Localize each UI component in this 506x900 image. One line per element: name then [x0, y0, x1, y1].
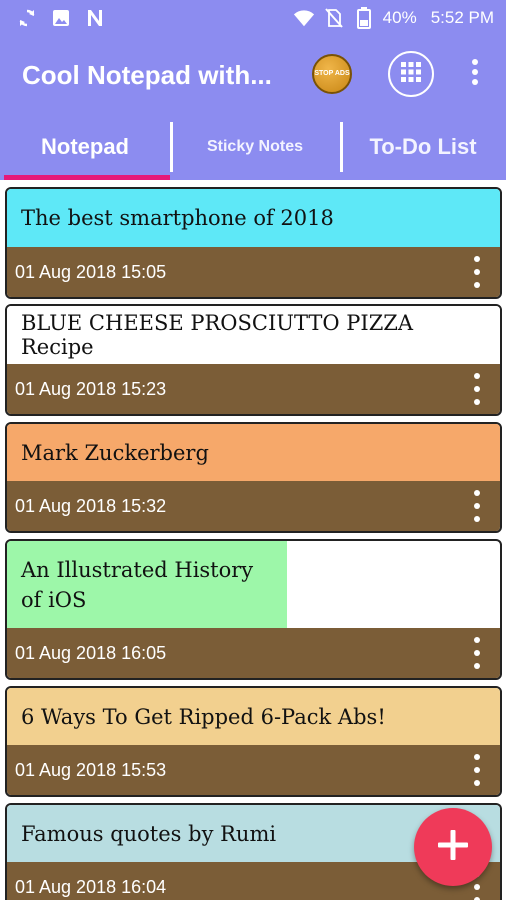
note-title: BLUE CHEESE PROSCIUTTO PIZZA Recipe — [7, 306, 500, 364]
note-date: 01 Aug 2018 16:05 — [15, 642, 167, 663]
note-footer: 01 Aug 2018 16:05 — [7, 628, 500, 678]
no-sim-icon — [323, 7, 345, 29]
note-footer: 01 Aug 2018 15:32 — [7, 481, 500, 531]
stop-ads-button[interactable]: STOP ADS — [312, 54, 352, 94]
tab-label: Notepad — [41, 134, 129, 159]
note-footer: 01 Aug 2018 15:05 — [7, 247, 500, 297]
image-icon — [50, 7, 72, 29]
sync-icon — [16, 7, 38, 29]
note-title: The best smartphone of 2018 — [7, 189, 500, 247]
note-date: 01 Aug 2018 15:32 — [15, 495, 167, 516]
note-more-icon[interactable] — [472, 256, 482, 288]
note-card[interactable]: The best smartphone of 2018 01 Aug 2018 … — [5, 187, 502, 299]
plus-icon — [436, 828, 470, 867]
grid-icon — [400, 61, 422, 88]
tab-sticky-notes[interactable]: Sticky Notes — [170, 114, 340, 180]
tab-bar: Notepad Sticky Notes To-Do List — [0, 114, 506, 180]
note-card[interactable]: An Illustrated History of iOS 01 Aug 201… — [5, 539, 502, 680]
app-bar: Cool Notepad with... STOP ADS — [0, 36, 506, 114]
clock: 5:52 PM — [430, 8, 494, 27]
note-more-icon[interactable] — [472, 754, 482, 786]
tab-notepad[interactable]: Notepad — [0, 114, 170, 180]
note-more-icon[interactable] — [472, 490, 482, 522]
note-date: 01 Aug 2018 16:04 — [15, 876, 167, 897]
note-more-icon[interactable] — [472, 373, 482, 405]
battery-icon — [353, 7, 375, 29]
note-title: An Illustrated History of iOS — [7, 541, 287, 628]
n-icon — [84, 7, 106, 29]
stop-ads-label: STOP ADS — [314, 70, 350, 77]
note-card[interactable]: BLUE CHEESE PROSCIUTTO PIZZA Recipe 01 A… — [5, 304, 502, 416]
add-note-button[interactable] — [414, 808, 492, 886]
overflow-menu-button[interactable] — [462, 56, 488, 92]
note-card[interactable]: 6 Ways To Get Ripped 6-Pack Abs! 01 Aug … — [5, 686, 502, 797]
more-vert-icon — [471, 58, 479, 90]
tab-label: To-Do List — [369, 134, 477, 159]
status-bar: 40% 5:52 PM — [0, 0, 506, 36]
tab-label: Sticky Notes — [206, 138, 304, 155]
battery-percent: 40% — [382, 8, 417, 27]
note-card[interactable]: Mark Zuckerberg 01 Aug 2018 15:32 — [5, 422, 502, 533]
wifi-icon — [293, 7, 315, 29]
note-date: 01 Aug 2018 15:23 — [15, 378, 167, 399]
apps-grid-button[interactable] — [388, 51, 434, 97]
note-more-icon[interactable] — [472, 637, 482, 669]
note-footer: 01 Aug 2018 15:53 — [7, 745, 500, 795]
note-date: 01 Aug 2018 15:53 — [15, 759, 167, 780]
note-footer: 01 Aug 2018 15:23 — [7, 364, 500, 414]
note-title: Mark Zuckerberg — [7, 424, 500, 481]
tab-todo-list[interactable]: To-Do List — [340, 114, 506, 180]
app-title: Cool Notepad with... — [22, 59, 272, 90]
notes-list: The best smartphone of 2018 01 Aug 2018 … — [0, 180, 506, 900]
note-date: 01 Aug 2018 15:05 — [15, 261, 167, 282]
note-title: 6 Ways To Get Ripped 6-Pack Abs! — [7, 688, 500, 745]
